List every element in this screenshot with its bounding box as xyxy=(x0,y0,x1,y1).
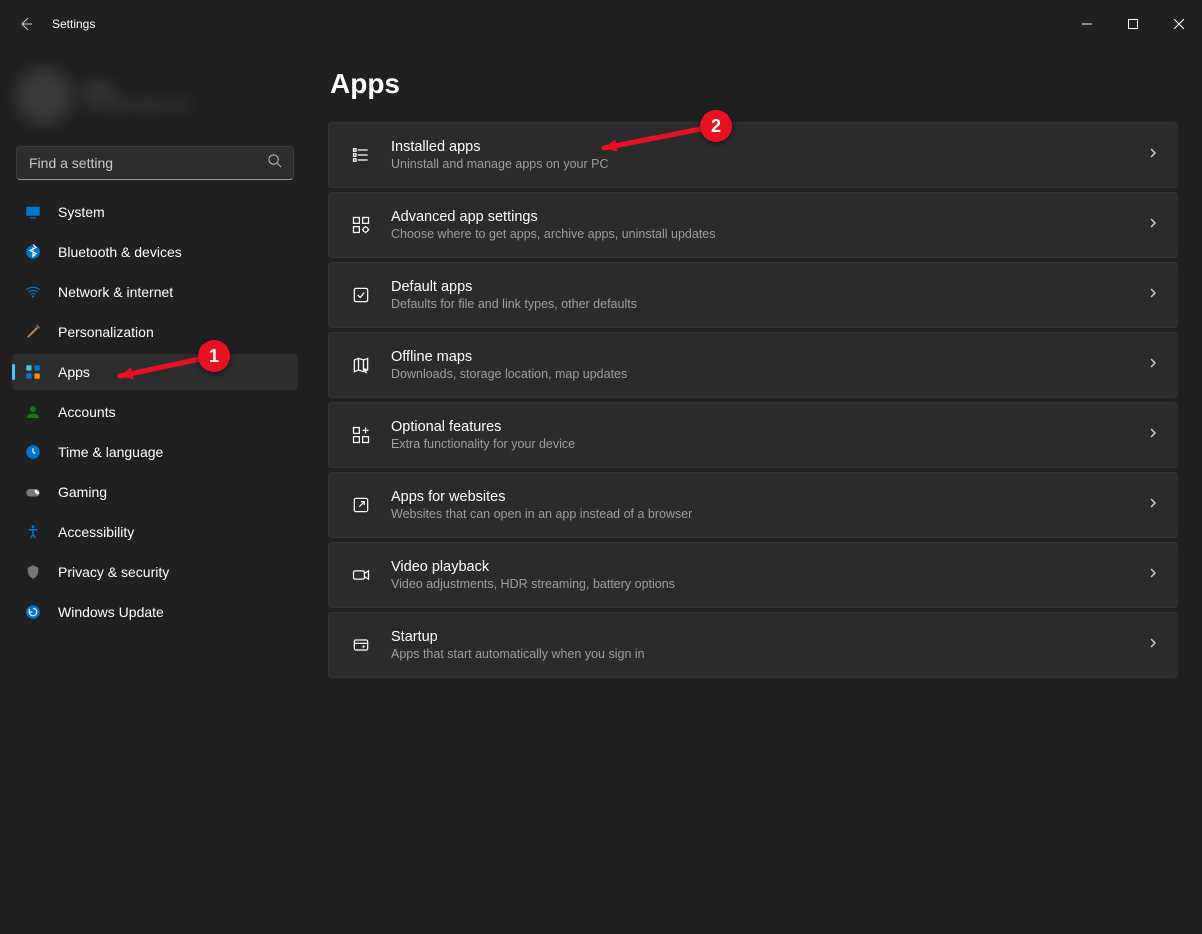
search-wrap xyxy=(16,146,294,180)
sidebar-item-label: Apps xyxy=(58,364,90,380)
window-controls xyxy=(1064,8,1202,40)
sidebar-item-personalization[interactable]: Personalization xyxy=(12,314,298,350)
sidebar-item-accessibility[interactable]: Accessibility xyxy=(12,514,298,550)
sidebar-item-network[interactable]: Network & internet xyxy=(12,274,298,310)
card-subtitle: Defaults for file and link types, other … xyxy=(391,297,1147,311)
sidebar-item-accounts[interactable]: Accounts xyxy=(12,394,298,430)
content: Apps Installed apps Uninstall and manage… xyxy=(310,48,1202,934)
update-icon xyxy=(24,603,42,621)
profile-name: User xyxy=(84,81,191,97)
card-title: Installed apps xyxy=(391,139,1147,155)
card-title: Advanced app settings xyxy=(391,209,1147,225)
person-icon xyxy=(24,403,42,421)
sidebar-item-bluetooth[interactable]: Bluetooth & devices xyxy=(12,234,298,270)
card-optional[interactable]: Optional features Extra functionality fo… xyxy=(328,402,1178,468)
chevron-right-icon xyxy=(1147,146,1159,164)
wifi-icon xyxy=(24,283,42,301)
profile-block[interactable]: User user@example.com xyxy=(12,56,298,136)
card-maps[interactable]: Offline maps Downloads, storage location… xyxy=(328,332,1178,398)
sidebar-item-label: Windows Update xyxy=(58,604,164,620)
card-title: Video playback xyxy=(391,559,1147,575)
sidebar-item-label: Network & internet xyxy=(58,284,173,300)
grid-plus-icon xyxy=(349,423,373,447)
sidebar-item-label: System xyxy=(58,204,105,220)
sidebar-item-label: Accounts xyxy=(58,404,116,420)
list-icon xyxy=(349,143,373,167)
gear-grid-icon xyxy=(349,213,373,237)
bluetooth-icon xyxy=(24,243,42,261)
chevron-right-icon xyxy=(1147,426,1159,444)
chevron-right-icon xyxy=(1147,636,1159,654)
sidebar-item-time[interactable]: Time & language xyxy=(12,434,298,470)
chevron-right-icon xyxy=(1147,496,1159,514)
card-startup[interactable]: Startup Apps that start automatically wh… xyxy=(328,612,1178,678)
card-websites[interactable]: Apps for websites Websites that can open… xyxy=(328,472,1178,538)
card-video[interactable]: Video playback Video adjustments, HDR st… xyxy=(328,542,1178,608)
card-subtitle: Downloads, storage location, map updates xyxy=(391,367,1147,381)
map-icon xyxy=(349,353,373,377)
sidebar-item-label: Accessibility xyxy=(58,524,134,540)
sidebar-nav: System Bluetooth & devices Network & int… xyxy=(12,194,298,630)
sidebar-item-label: Privacy & security xyxy=(58,564,169,580)
card-subtitle: Choose where to get apps, archive apps, … xyxy=(391,227,1147,241)
maximize-button[interactable] xyxy=(1110,8,1156,40)
sidebar-item-privacy[interactable]: Privacy & security xyxy=(12,554,298,590)
minimize-button[interactable] xyxy=(1064,8,1110,40)
card-subtitle: Video adjustments, HDR streaming, batter… xyxy=(391,577,1147,591)
video-icon xyxy=(349,563,373,587)
card-subtitle: Uninstall and manage apps on your PC xyxy=(391,157,1147,171)
check-square-icon xyxy=(349,283,373,307)
avatar xyxy=(16,68,72,124)
close-button[interactable] xyxy=(1156,8,1202,40)
chevron-right-icon xyxy=(1147,216,1159,234)
card-subtitle: Apps that start automatically when you s… xyxy=(391,647,1147,661)
cards-list: Installed apps Uninstall and manage apps… xyxy=(328,122,1178,678)
sidebar: User user@example.com System Bluetooth &… xyxy=(0,48,310,934)
sidebar-item-label: Gaming xyxy=(58,484,107,500)
clock-icon xyxy=(24,443,42,461)
sidebar-item-gaming[interactable]: Gaming xyxy=(12,474,298,510)
accessibility-icon xyxy=(24,523,42,541)
startup-icon xyxy=(349,633,373,657)
search-input[interactable] xyxy=(16,146,294,180)
card-title: Optional features xyxy=(391,419,1147,435)
open-external-icon xyxy=(349,493,373,517)
back-button[interactable] xyxy=(16,14,36,34)
system-icon xyxy=(24,203,42,221)
sidebar-item-label: Personalization xyxy=(58,324,154,340)
page-title: Apps xyxy=(330,68,1178,100)
sidebar-item-system[interactable]: System xyxy=(12,194,298,230)
card-subtitle: Extra functionality for your device xyxy=(391,437,1147,451)
card-title: Apps for websites xyxy=(391,489,1147,505)
search-icon xyxy=(267,153,282,173)
apps-icon xyxy=(24,363,42,381)
chevron-right-icon xyxy=(1147,286,1159,304)
titlebar-left: Settings xyxy=(16,14,95,34)
chevron-right-icon xyxy=(1147,356,1159,374)
sidebar-item-apps[interactable]: Apps xyxy=(12,354,298,390)
brush-icon xyxy=(24,323,42,341)
shield-icon xyxy=(24,563,42,581)
card-title: Default apps xyxy=(391,279,1147,295)
card-title: Offline maps xyxy=(391,349,1147,365)
sidebar-item-label: Bluetooth & devices xyxy=(58,244,182,260)
sidebar-item-label: Time & language xyxy=(58,444,163,460)
card-installed[interactable]: Installed apps Uninstall and manage apps… xyxy=(328,122,1178,188)
card-advanced[interactable]: Advanced app settings Choose where to ge… xyxy=(328,192,1178,258)
card-subtitle: Websites that can open in an app instead… xyxy=(391,507,1147,521)
window-title: Settings xyxy=(52,17,95,31)
profile-email: user@example.com xyxy=(84,97,191,111)
card-default[interactable]: Default apps Defaults for file and link … xyxy=(328,262,1178,328)
titlebar: Settings xyxy=(0,0,1202,48)
card-title: Startup xyxy=(391,629,1147,645)
chevron-right-icon xyxy=(1147,566,1159,584)
sidebar-item-update[interactable]: Windows Update xyxy=(12,594,298,630)
gamepad-icon xyxy=(24,483,42,501)
